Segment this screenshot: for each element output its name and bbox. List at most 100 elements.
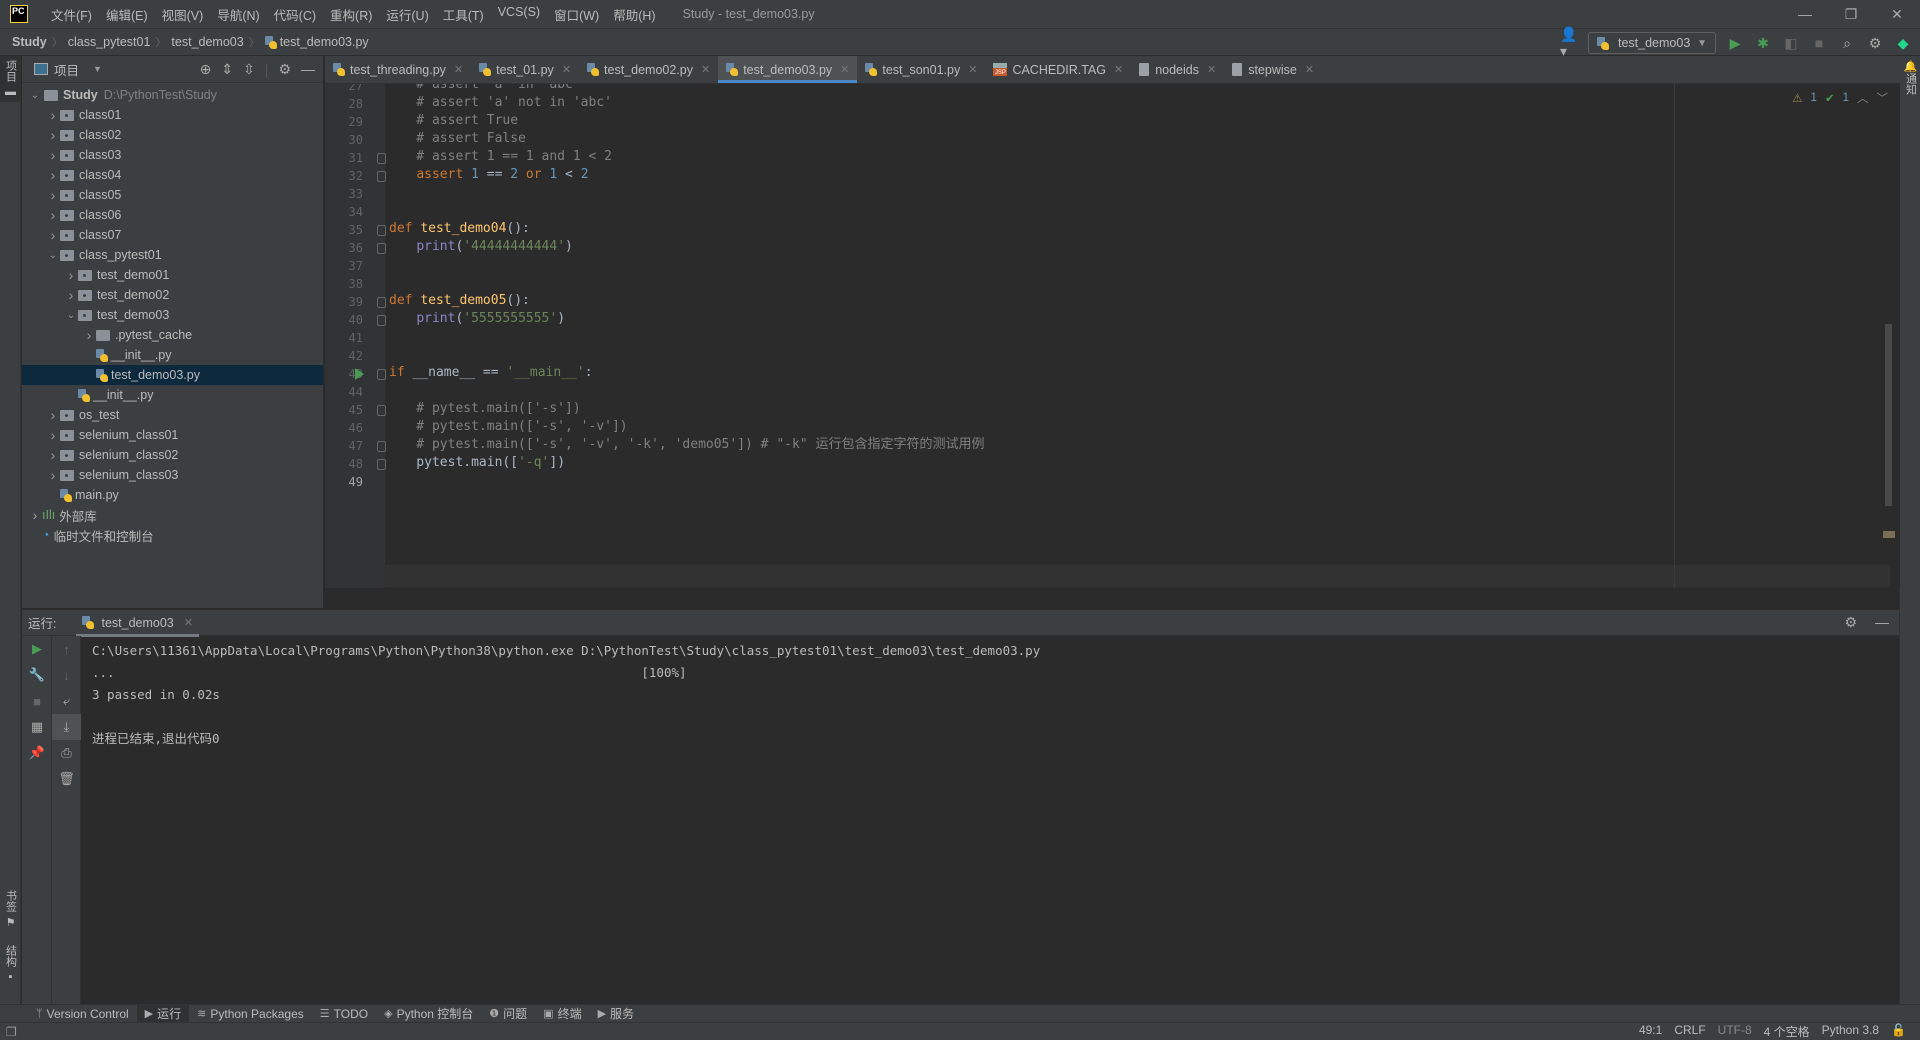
tree-item[interactable]: ◔ 临时文件和控制台 — [22, 525, 323, 545]
locate-file-icon[interactable]: ⊕ — [200, 61, 212, 78]
chevron-right-icon[interactable]: › — [46, 147, 60, 163]
code-editor[interactable]: 27 28 29 30 31 32 33 34 35 36 37 38 39 40 41 42 43 44 45 46… — [325, 84, 1900, 588]
run-icon[interactable]: ▶ — [1726, 34, 1744, 52]
editor-tab[interactable]: test_demo02.py ✕ — [579, 56, 718, 83]
breadcrumb-item[interactable]: Study — [12, 35, 47, 49]
bottom-tab[interactable]: ◈ Python 控制台 — [376, 1005, 481, 1023]
bottom-tab[interactable]: ᛘ Version Control — [28, 1005, 137, 1023]
chevron-right-icon[interactable]: › — [46, 167, 60, 183]
bottom-tab[interactable]: ▶ 服务 — [590, 1005, 642, 1023]
run-tab[interactable]: test_demo03 ✕ — [76, 610, 199, 637]
chevron-right-icon[interactable]: › — [46, 187, 60, 203]
tree-item[interactable]: › os_test — [22, 405, 323, 425]
previous-highlight-icon[interactable]: ︿ — [1857, 90, 1869, 106]
warning-stripe-marker[interactable] — [1883, 531, 1895, 538]
search-icon[interactable]: ⌕ — [1838, 34, 1856, 52]
menu-item[interactable]: 文件(F) — [44, 5, 99, 24]
tree-item[interactable]: › class03 — [22, 145, 323, 165]
run-gutter-icon[interactable] — [355, 368, 364, 380]
restore-button[interactable]: ❐ — [1828, 0, 1874, 28]
tree-item[interactable]: › test_demo02 — [22, 285, 323, 305]
soft-wrap-icon[interactable]: ⤶ — [52, 688, 81, 714]
close-icon[interactable]: ✕ — [1114, 63, 1123, 76]
bottom-tab[interactable]: ☰ TODO — [312, 1005, 376, 1023]
bottom-tab[interactable]: ▣ 终端 — [535, 1005, 589, 1023]
chevron-right-icon[interactable]: › — [46, 207, 60, 223]
chevron-right-icon[interactable]: › — [46, 407, 60, 423]
close-icon[interactable]: ✕ — [562, 63, 571, 76]
rerun-icon[interactable]: ▶ — [22, 636, 52, 662]
chevron-right-icon[interactable]: › — [82, 327, 96, 343]
code-with-me-icon[interactable]: ◆ — [1894, 34, 1912, 52]
structure-tool-tab[interactable]: 结构 ▪ — [0, 941, 21, 987]
gear-icon[interactable]: ⚙ — [1844, 614, 1857, 631]
stop-icon[interactable]: ■ — [22, 688, 52, 714]
tree-item[interactable]: › class05 — [22, 185, 323, 205]
tree-item[interactable]: test_demo03.py — [22, 365, 323, 385]
close-icon[interactable]: ✕ — [701, 63, 710, 76]
trash-icon[interactable]: 🗑 — [52, 766, 81, 792]
toggle-tool-windows-icon[interactable]: ❐ — [6, 1025, 17, 1039]
menu-item[interactable]: 运行(U) — [379, 5, 435, 24]
editor-tab[interactable]: test_01.py ✕ — [471, 56, 579, 83]
fold-marker-icon[interactable] — [377, 225, 386, 236]
bottom-tab[interactable]: ❶ 问题 — [481, 1005, 535, 1023]
wrench-icon[interactable]: 🔧 — [22, 662, 52, 688]
lock-icon[interactable]: 🔓 — [1891, 1023, 1906, 1040]
chevron-right-icon[interactable]: › — [46, 427, 60, 443]
fold-marker-icon[interactable] — [377, 297, 386, 308]
chevron-right-icon[interactable]: › — [28, 507, 42, 523]
chevron-down-icon[interactable]: ⌄ — [46, 250, 60, 261]
menu-item[interactable]: 视图(V) — [155, 5, 211, 24]
menu-item[interactable]: 帮助(H) — [606, 5, 662, 24]
tree-item[interactable]: __init__.py — [22, 385, 323, 405]
run-configuration-selector[interactable]: test_demo03 ▼ — [1588, 32, 1716, 54]
chevron-right-icon[interactable]: › — [46, 467, 60, 483]
menu-item[interactable]: 重构(R) — [323, 5, 379, 24]
close-icon[interactable]: ✕ — [840, 63, 849, 76]
tree-item[interactable]: main.py — [22, 485, 323, 505]
editor-tab[interactable]: nodeids ✕ — [1131, 56, 1224, 83]
tree-item[interactable]: › selenium_class02 — [22, 445, 323, 465]
debug-icon[interactable]: ✱ — [1754, 34, 1772, 52]
menu-item[interactable]: 工具(T) — [436, 5, 491, 24]
chevron-right-icon[interactable]: › — [46, 127, 60, 143]
tree-item[interactable]: › selenium_class03 — [22, 465, 323, 485]
chevron-right-icon[interactable]: › — [46, 107, 60, 123]
project-tool-tab[interactable]: 项目 ▬ — [0, 56, 21, 102]
indent-setting[interactable]: 4 个空格 — [1764, 1023, 1810, 1040]
close-button[interactable]: ✕ — [1874, 0, 1920, 28]
bottom-tab[interactable]: ▶ 运行 — [136, 1004, 190, 1023]
menu-item[interactable]: 代码(C) — [267, 5, 323, 24]
menu-item[interactable]: 编辑(E) — [99, 5, 155, 24]
line-separator[interactable]: CRLF — [1674, 1023, 1705, 1040]
pin-icon[interactable]: 📌 — [22, 740, 52, 766]
editor-tab[interactable]: JSP CACHEDIR.TAG ✕ — [985, 56, 1131, 83]
close-icon[interactable]: ✕ — [184, 616, 193, 629]
chevron-right-icon[interactable]: › — [46, 227, 60, 243]
close-icon[interactable]: ✕ — [454, 63, 463, 76]
tree-item[interactable]: › ıIlı 外部库 — [22, 505, 323, 525]
next-highlight-icon[interactable]: ﹀ — [1877, 90, 1889, 106]
bottom-tab[interactable]: ≋ Python Packages — [189, 1005, 312, 1023]
tree-item[interactable]: › test_demo01 — [22, 265, 323, 285]
expand-all-icon[interactable]: ⇕ — [221, 61, 233, 78]
tree-item[interactable]: ⌄ test_demo03 — [22, 305, 323, 325]
file-encoding[interactable]: UTF-8 — [1718, 1023, 1752, 1040]
project-view-selector[interactable]: 项目 ▼ — [34, 60, 102, 79]
menu-item[interactable]: 窗口(W) — [547, 5, 606, 24]
chevron-right-icon[interactable]: › — [46, 447, 60, 463]
tree-item[interactable]: › class04 — [22, 165, 323, 185]
menu-item[interactable]: 导航(N) — [210, 5, 266, 24]
notifications-tool-tab[interactable]: 🔔 通知 — [1900, 56, 1920, 99]
gear-icon[interactable]: ⚙ — [1866, 34, 1884, 52]
tree-item[interactable]: › class02 — [22, 125, 323, 145]
close-icon[interactable]: ✕ — [1207, 63, 1216, 76]
chevron-right-icon[interactable]: › — [64, 287, 78, 303]
tree-item[interactable]: › class01 — [22, 105, 323, 125]
tree-item[interactable]: › selenium_class01 — [22, 425, 323, 445]
user-account-icon[interactable]: 👤▾ — [1560, 26, 1578, 59]
tree-item[interactable]: __init__.py — [22, 345, 323, 365]
close-icon[interactable]: ✕ — [1305, 63, 1314, 76]
hide-panel-icon[interactable]: — — [301, 61, 315, 78]
